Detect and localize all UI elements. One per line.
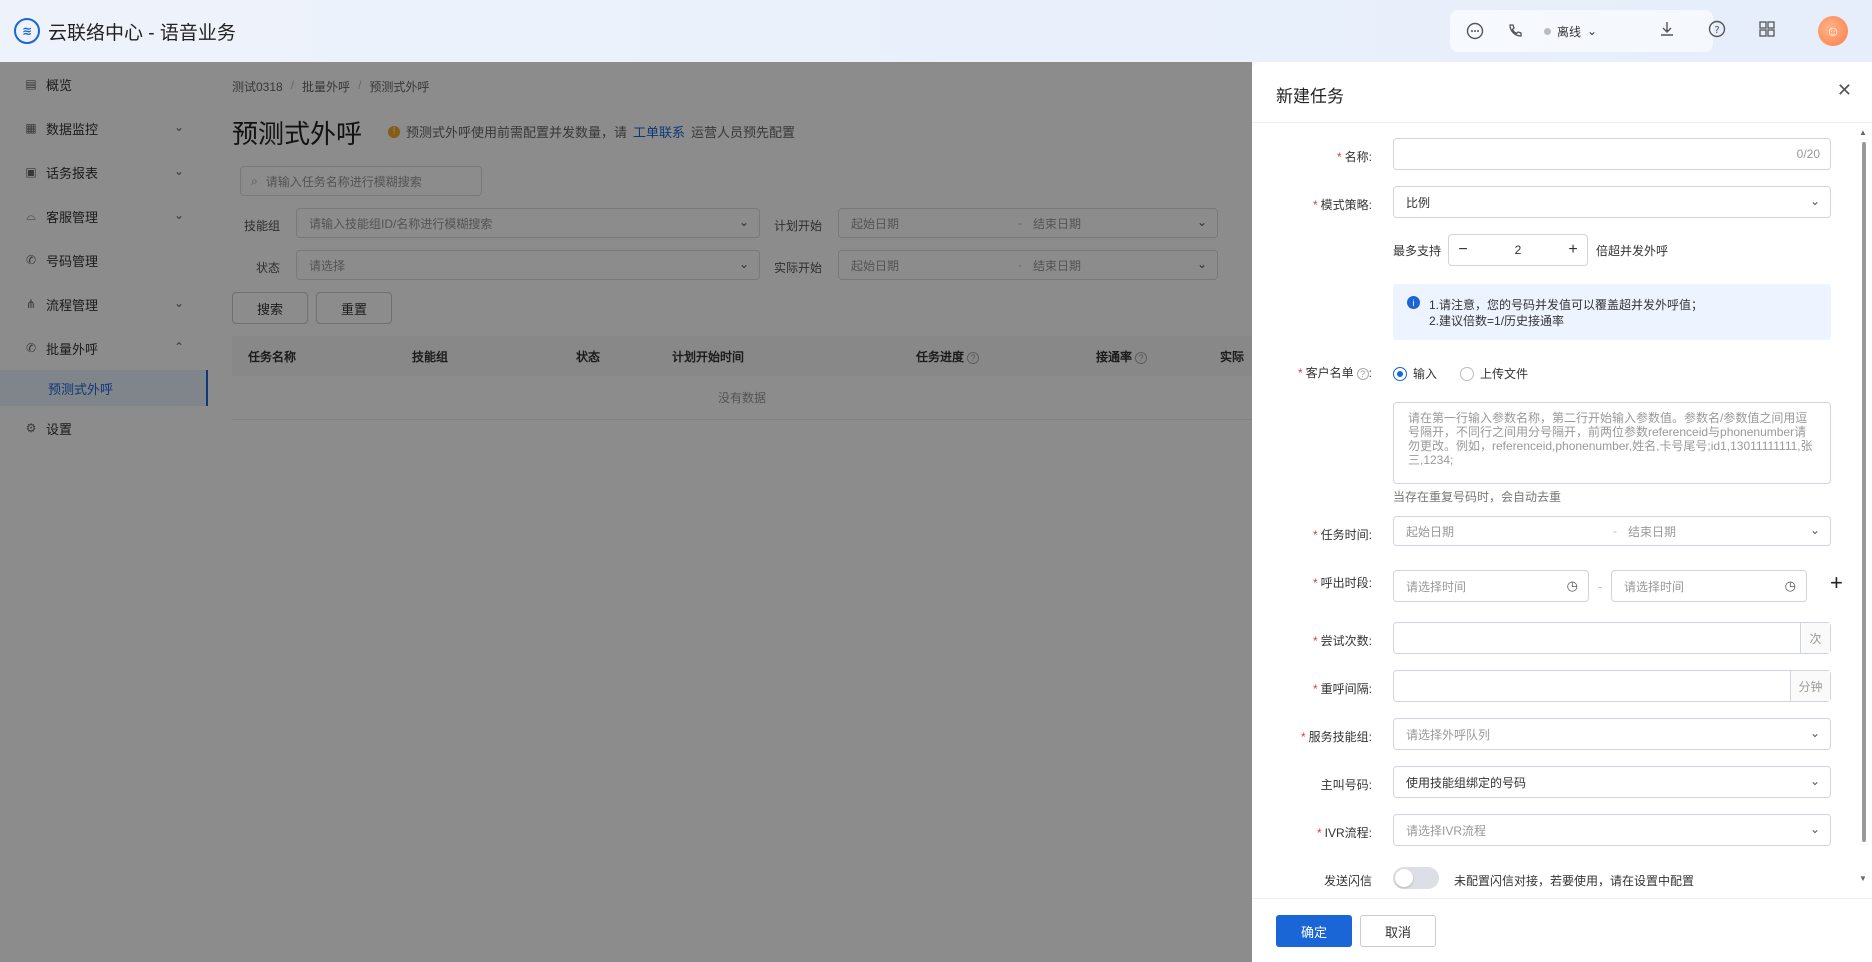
- status-dot: [1544, 27, 1551, 35]
- task-time-label: * 任务时间:: [1312, 528, 1372, 542]
- chevron-down-icon: ⌄: [1809, 726, 1820, 740]
- app-title: 云联络中心 - 语音业务: [48, 22, 236, 44]
- chat-icon[interactable]: [1464, 20, 1486, 42]
- scroll-up-arrow[interactable]: ▲: [1859, 128, 1867, 137]
- info-box: i 1.请注意，您的号码并发值可以覆盖超并发外呼值； 2.建议倍数=1/历史接通…: [1393, 284, 1831, 340]
- name-label: * 名称:: [1336, 150, 1372, 164]
- close-icon[interactable]: ✕: [1837, 80, 1852, 101]
- help-icon[interactable]: ?: [1356, 368, 1369, 380]
- caller-label: 主叫号码:: [1320, 778, 1372, 792]
- flash-label: 发送闪信: [1323, 874, 1372, 888]
- mode-value: 比例: [1406, 195, 1431, 210]
- brand: ≋ 云联络中心 - 语音业务: [14, 18, 236, 45]
- top-right-icons: ?: [1656, 18, 1778, 40]
- interval-label: * 重呼间隔:: [1312, 682, 1372, 696]
- attempts-input[interactable]: 次: [1393, 622, 1831, 654]
- radio-upload[interactable]: 上传文件: [1460, 365, 1528, 382]
- call-period-range: 请选择时间 ◷ - 请选择时间 ◷: [1393, 570, 1807, 602]
- skill-group-label: * 服务技能组:: [1300, 730, 1372, 744]
- end-date: 结束日期: [1628, 524, 1677, 539]
- help-icon[interactable]: ?: [1706, 18, 1728, 40]
- chevron-down-icon: ⌄: [1809, 523, 1820, 537]
- cancel-button[interactable]: 取消: [1360, 915, 1436, 947]
- chevron-down-icon: ⌄: [1809, 194, 1820, 208]
- task-time-range[interactable]: 起始日期 - 结束日期 ⌄: [1393, 516, 1831, 546]
- customer-label: * 客户名单?:: [1297, 366, 1372, 380]
- voice-logo-icon: ≋: [14, 18, 40, 44]
- start-date: 起始日期: [1406, 524, 1455, 539]
- radio-circle-selected: [1393, 366, 1407, 381]
- avatar[interactable]: ☺: [1818, 16, 1848, 46]
- end-time-picker[interactable]: 请选择时间 ◷: [1611, 570, 1807, 602]
- add-period-icon[interactable]: +: [1830, 570, 1843, 596]
- flash-hint: 未配置闪信对接，若要使用，请在设置中配置: [1454, 874, 1695, 888]
- ivr-select[interactable]: 请选择IVR流程 ⌄: [1393, 814, 1831, 846]
- skill-group-select[interactable]: 请选择外呼队列 ⌄: [1393, 718, 1831, 750]
- name-counter: 0/20: [1796, 147, 1820, 161]
- multiplier-stepper[interactable]: − 2 +: [1448, 234, 1588, 266]
- confirm-button[interactable]: 确定: [1276, 915, 1352, 947]
- info-line-1: 1.请注意，您的号码并发值可以覆盖超并发外呼值；: [1429, 298, 1704, 312]
- modal-overlay[interactable]: [0, 62, 1252, 962]
- svg-text:?: ?: [1714, 25, 1719, 36]
- minus-button[interactable]: −: [1449, 235, 1477, 265]
- flash-toggle[interactable]: [1393, 867, 1439, 889]
- caller-select[interactable]: 使用技能组绑定的号码 ⌄: [1393, 766, 1831, 798]
- drawer-scrollbar[interactable]: [1862, 142, 1866, 842]
- status-label: 离线: [1557, 24, 1582, 39]
- clock-icon: ◷: [1566, 578, 1578, 593]
- drawer-title: 新建任务: [1276, 87, 1344, 106]
- dedupe-hint: 当存在重复号码时，会自动去重: [1393, 490, 1562, 504]
- ivr-label: * IVR流程:: [1316, 826, 1372, 840]
- multiplier-value: 2: [1514, 243, 1522, 257]
- plus-button[interactable]: +: [1559, 235, 1587, 265]
- info-icon: i: [1407, 296, 1420, 309]
- attempts-label: * 尝试次数:: [1312, 634, 1372, 648]
- radio-input[interactable]: 输入: [1393, 365, 1437, 382]
- max-prefix: 最多支持: [1393, 244, 1442, 258]
- chevron-down-icon: ⌄: [1809, 774, 1820, 788]
- customer-list-textarea[interactable]: 请在第一行输入参数名称，第二行开始输入参数值。参数名/参数值之间用逗号隔开，不同…: [1393, 402, 1831, 484]
- chevron-down-icon: ⌄: [1809, 822, 1820, 836]
- download-icon[interactable]: [1656, 18, 1678, 40]
- clock-icon: ◷: [1784, 578, 1796, 593]
- info-line-2: 2.建议倍数=1/历史接通率: [1429, 314, 1565, 328]
- phone-icon[interactable]: [1504, 20, 1526, 42]
- attempts-suffix: 次: [1800, 623, 1830, 653]
- mode-select[interactable]: 比例 ⌄: [1393, 186, 1831, 218]
- max-suffix: 倍超并发外呼: [1596, 244, 1669, 258]
- top-bar: ≋ 云联络中心 - 语音业务 离线 ⌄ ? ☺: [0, 0, 1872, 62]
- apps-grid-icon[interactable]: [1756, 18, 1778, 40]
- radio-circle: [1460, 366, 1474, 381]
- name-input[interactable]: 0/20: [1393, 138, 1831, 170]
- new-task-drawer: 新建任务 ✕ * 名称: 0/20 * 模式策略: 比例 ⌄ 最多支持 − 2 + …: [1252, 62, 1872, 962]
- chevron-down-icon: ⌄: [1587, 24, 1598, 38]
- scroll-down-arrow[interactable]: ▼: [1859, 874, 1867, 883]
- status-dropdown[interactable]: 离线 ⌄: [1544, 23, 1597, 40]
- mode-label: * 模式策略:: [1312, 198, 1372, 212]
- interval-suffix: 分钟: [1790, 671, 1830, 701]
- interval-input[interactable]: 分钟: [1393, 670, 1831, 702]
- start-time-picker[interactable]: 请选择时间 ◷: [1393, 570, 1589, 602]
- call-period-label: * 呼出时段:: [1312, 576, 1372, 590]
- drawer-footer: 确定 取消: [1252, 898, 1872, 962]
